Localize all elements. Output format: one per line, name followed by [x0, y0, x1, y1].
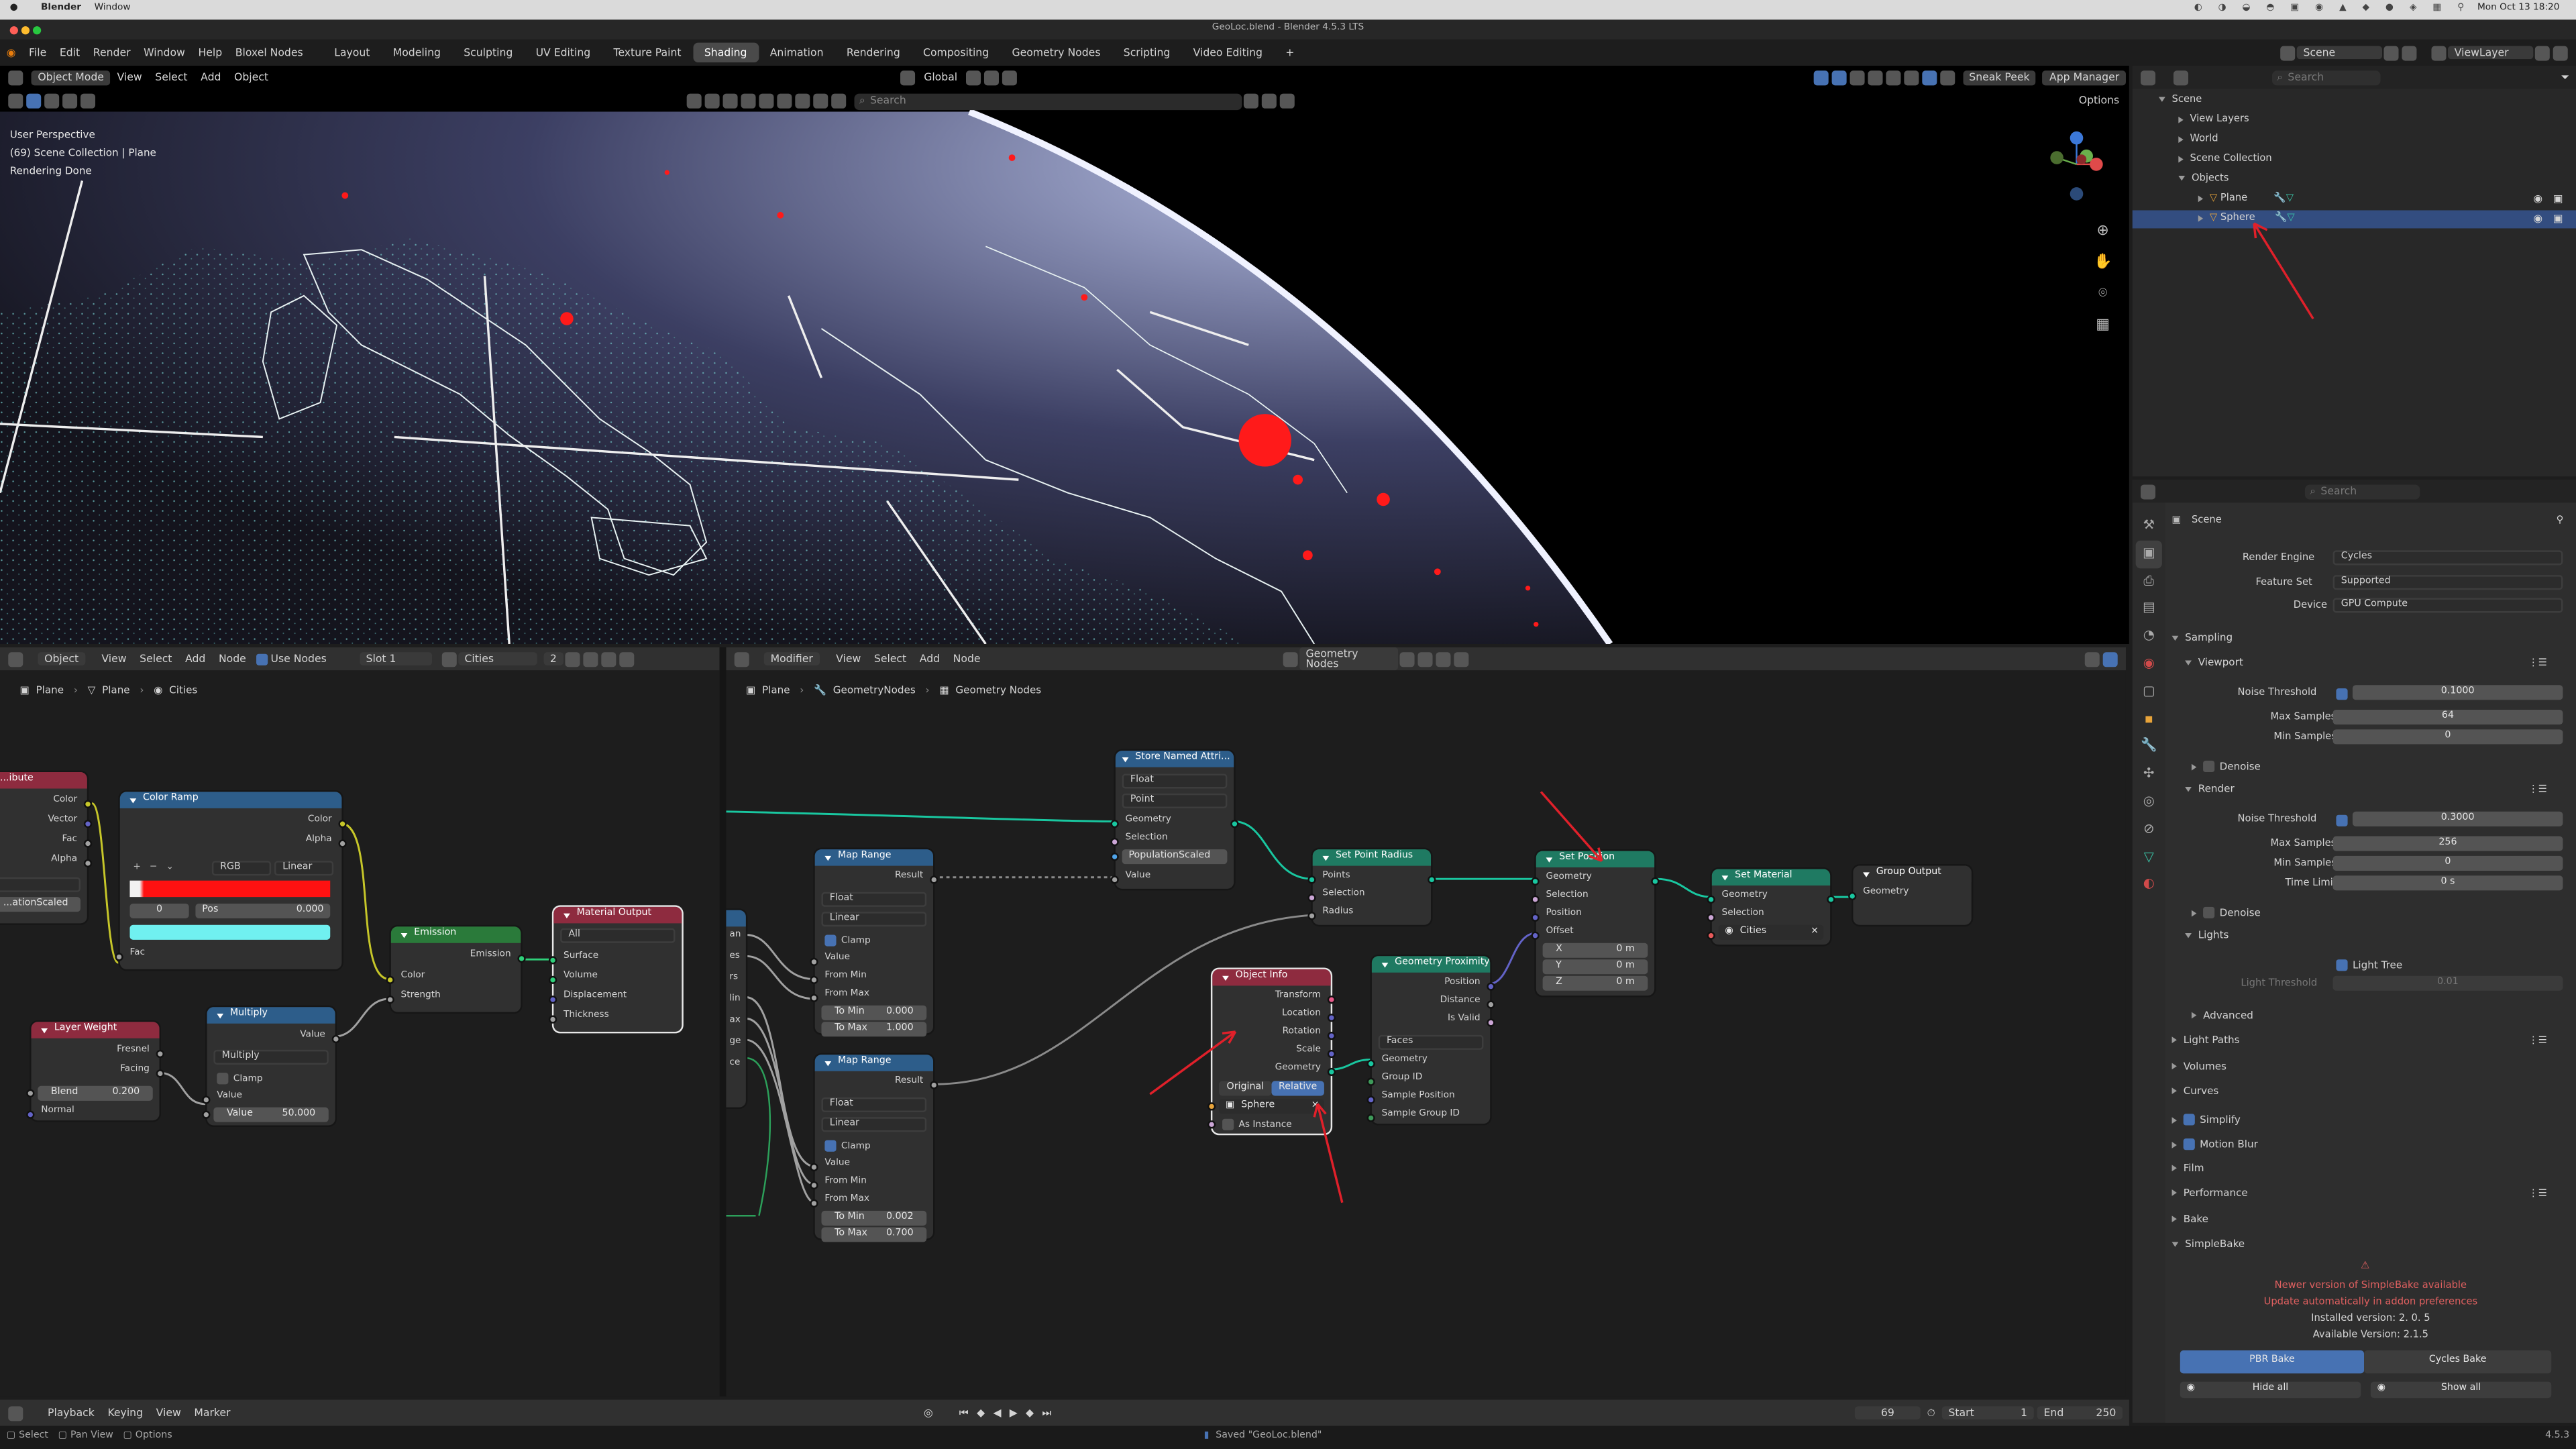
annotation-arrows: [1149, 222, 2314, 1203]
start-frame-field[interactable]: Start 1: [1941, 1405, 2034, 1420]
play-reverse-icon[interactable]: ◀: [993, 1407, 1001, 1418]
stopwatch-icon[interactable]: ⏱: [1927, 1407, 1935, 1418]
play-icon[interactable]: ▶: [1010, 1407, 1018, 1418]
status-pan-hint: Pan View: [70, 1431, 113, 1441]
timeline-menu-keying[interactable]: Keying: [101, 1407, 150, 1418]
current-frame-field[interactable]: 69: [1854, 1405, 1921, 1420]
timeline-menu-view[interactable]: View: [150, 1407, 188, 1418]
blender-version: 4.5.3: [2545, 1431, 2570, 1441]
mouse-left-icon: ▢: [6, 1431, 16, 1441]
info-icon: ▮: [1203, 1431, 1210, 1441]
status-bar: ▢ Select ▢ Pan View ▢ Options ▮ Saved "GeoL…: [0, 1426, 2576, 1449]
jump-end-icon[interactable]: ⏭: [1042, 1407, 1051, 1418]
jump-keyframe-forward-icon[interactable]: ◆: [1026, 1407, 1034, 1418]
timeline-menu-marker[interactable]: Marker: [188, 1407, 237, 1418]
status-options-hint: Options: [135, 1431, 172, 1441]
blender-window: ● Blender Window ◐ ◑ ◒ ◓ ▣ ◉ ▲ ◆ ● ◈ ▦ ⚲…: [0, 0, 2576, 1449]
timeline-menu-playback[interactable]: Playback: [41, 1407, 101, 1418]
record-icon[interactable]: ◎: [924, 1407, 933, 1418]
status-select-hint: Select: [19, 1431, 48, 1441]
jump-keyframe-back-icon[interactable]: ◆: [977, 1407, 985, 1418]
jump-start-icon[interactable]: ⏮: [959, 1407, 969, 1418]
editor-type-icon[interactable]: [8, 1405, 23, 1421]
status-message: Saved "GeoLoc.blend": [1216, 1431, 1322, 1441]
mouse-right-icon: ▢: [123, 1431, 132, 1441]
mouse-middle-icon: ▢: [58, 1431, 68, 1441]
end-frame-field[interactable]: End 250: [2037, 1405, 2123, 1420]
timeline-header: Playback Keying View Marker ◎ ⏮ ◆ ◀ ▶ ◆ …: [0, 1399, 2129, 1426]
